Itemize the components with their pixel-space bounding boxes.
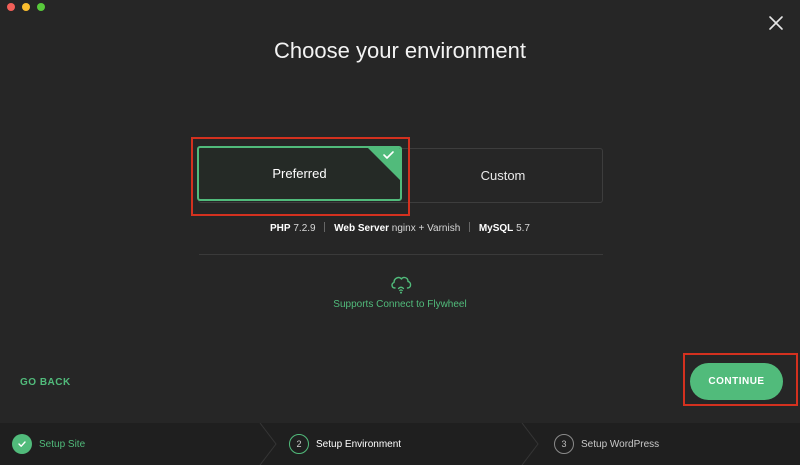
spec-separator: [469, 222, 471, 232]
step-chevron-divider: [521, 423, 539, 465]
section-divider: [199, 254, 603, 255]
mysql-value: 5.7: [516, 223, 530, 234]
web-server-key: Web Server: [334, 223, 390, 234]
setup-steps-bar: Setup Site 2 Setup Environment 3 Setup W…: [0, 423, 800, 465]
php-value: 7.2.9: [293, 223, 316, 234]
window-controls: [7, 3, 45, 11]
spec-separator: [324, 222, 326, 232]
mysql-key: MySQL: [478, 223, 514, 234]
step-label: Setup Environment: [316, 438, 402, 450]
custom-option-label: Custom: [480, 168, 526, 183]
web-server-value: nginx + Varnish: [391, 223, 461, 234]
environment-specs: PHP 7.2.9 Web Server nginx + Varnish MyS…: [0, 222, 800, 234]
cloud-connect-icon: [391, 276, 412, 294]
step-label: Setup Site: [39, 438, 86, 450]
connect-flywheel-text: Supports Connect to Flywheel: [333, 299, 467, 310]
preferred-highlight-box: [191, 137, 410, 216]
step-setup-wordpress: 3 Setup WordPress: [554, 423, 659, 465]
page-title: Choose your environment: [274, 38, 526, 63]
step-chevron-divider: [259, 423, 277, 465]
window-minimize-button[interactable]: [22, 3, 30, 11]
php-key: PHP: [270, 223, 291, 234]
window-close-button[interactable]: [7, 3, 15, 11]
continue-highlight-box: [683, 353, 798, 406]
step-label: Setup WordPress: [581, 438, 660, 450]
step-number-badge: 3: [554, 434, 574, 454]
go-back-button[interactable]: GO BACK: [20, 377, 71, 388]
step-setup-site: Setup Site: [12, 423, 85, 465]
step-setup-environment: 2 Setup Environment: [289, 423, 401, 465]
window-maximize-button[interactable]: [37, 3, 45, 11]
step-number-badge: 2: [289, 434, 309, 454]
step-complete-check-icon: [12, 434, 32, 454]
close-icon[interactable]: [768, 15, 784, 31]
